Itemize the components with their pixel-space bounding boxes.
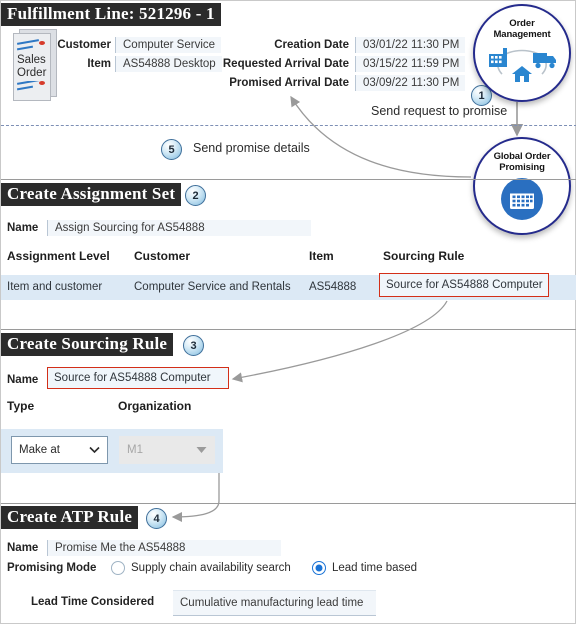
- calendar-icon: [501, 178, 543, 220]
- step-2-badge: 2: [185, 185, 206, 206]
- chevron-down-icon: [89, 446, 100, 454]
- type-dropdown[interactable]: Make at: [11, 436, 108, 464]
- sales-order-label-line1: Sales: [17, 54, 46, 66]
- order-management-title-line1: Order: [509, 18, 535, 29]
- order-management-title-line2: Management: [493, 29, 551, 40]
- sourcing-rule-top-rule: [1, 329, 576, 330]
- column-header-sourcing-rule: Sourcing Rule: [383, 249, 465, 263]
- column-header-item: Item: [309, 249, 334, 263]
- promised-arrival-date-value: 03/09/22 11:30 PM: [355, 75, 466, 91]
- step-1-label: Send request to promise: [371, 104, 508, 118]
- sourcing-rule-name-value[interactable]: Source for AS54888 Computer: [47, 367, 229, 389]
- column-header-customer: Customer: [134, 249, 191, 263]
- gop-title-line1: Global Order: [493, 151, 551, 162]
- section-divider: [1, 125, 576, 126]
- item-label: Item: [87, 58, 111, 70]
- promising-mode-label: Promising Mode: [7, 562, 97, 574]
- lead-time-considered-value[interactable]: Cumulative manufacturing lead time: [173, 590, 376, 616]
- order-management-node: Order Management: [473, 4, 571, 102]
- caret-down-icon: [196, 447, 207, 453]
- assignment-set-name-label: Name: [7, 222, 39, 234]
- house-icon: [512, 66, 532, 82]
- promised-arrival-date-label: Promised Arrival Date: [229, 77, 349, 89]
- cell-assignment-level: Item and customer: [7, 281, 103, 293]
- step-5-label: Send promise details: [193, 141, 310, 155]
- fulfillment-line-title: Fulfillment Line: 521296 - 1: [1, 3, 221, 26]
- radio-button-lead-time-icon[interactable]: [312, 560, 326, 575]
- gop-title-line2: Promising: [499, 162, 545, 173]
- factory-icon: [489, 48, 507, 67]
- requested-arrival-date-label: Requested Arrival Date: [222, 58, 349, 70]
- assignment-set-name-value[interactable]: Assign Sourcing for AS54888: [47, 220, 311, 236]
- customer-label: Customer: [57, 39, 111, 51]
- radio-button-supply-chain-icon[interactable]: [111, 560, 125, 575]
- type-dropdown-value: Make at: [19, 444, 60, 456]
- requested-arrival-date-value: 03/15/22 11:59 PM: [355, 56, 466, 72]
- atp-rule-name-label: Name: [7, 542, 39, 554]
- truck-icon: [533, 53, 556, 69]
- order-management-icon-group: [489, 48, 556, 82]
- cell-item: AS54888: [309, 281, 357, 293]
- column-header-type: Type: [7, 399, 35, 413]
- step-5-badge: 5: [161, 139, 182, 160]
- creation-date-value: 03/01/22 11:30 PM: [355, 37, 466, 53]
- sales-order-icon: Sales Order: [9, 29, 57, 101]
- cell-customer: Computer Service and Rentals: [134, 281, 291, 293]
- sourcing-rule-heading: Create Sourcing Rule: [1, 333, 174, 356]
- creation-date-label: Creation Date: [274, 39, 349, 51]
- diagram-canvas: Fulfillment Line: 521296 - 1 Sales Order…: [0, 0, 576, 624]
- global-order-promising-node: Global Order Promising: [473, 137, 571, 235]
- sourcing-rule-name-label: Name: [7, 374, 39, 386]
- assignment-set-heading: Create Assignment Set: [1, 183, 182, 206]
- organization-dropdown: M1: [119, 436, 215, 464]
- atp-rule-name-value[interactable]: Promise Me the AS54888: [47, 540, 281, 556]
- radio-label-lead-time: Lead time based: [332, 561, 418, 574]
- cell-sourcing-rule-highlight[interactable]: Source for AS54888 Computer: [379, 273, 549, 297]
- organization-dropdown-value: M1: [127, 444, 143, 456]
- radio-supply-chain-availability[interactable]: Supply chain availability search: [111, 559, 291, 577]
- atp-rule-top-rule: [1, 503, 576, 504]
- atp-rule-heading: Create ATP Rule: [1, 506, 139, 529]
- radio-lead-time-based[interactable]: Lead time based: [312, 559, 417, 577]
- lead-time-considered-label: Lead Time Considered: [31, 596, 155, 608]
- step-4-badge: 4: [146, 508, 167, 529]
- sales-order-label-line2: Order: [17, 67, 47, 79]
- step-3-badge: 3: [183, 335, 204, 356]
- column-header-organization: Organization: [118, 399, 192, 413]
- column-header-assignment-level: Assignment Level: [7, 249, 110, 263]
- radio-label-supply-chain: Supply chain availability search: [131, 561, 291, 574]
- assignment-set-top-rule: [1, 179, 576, 180]
